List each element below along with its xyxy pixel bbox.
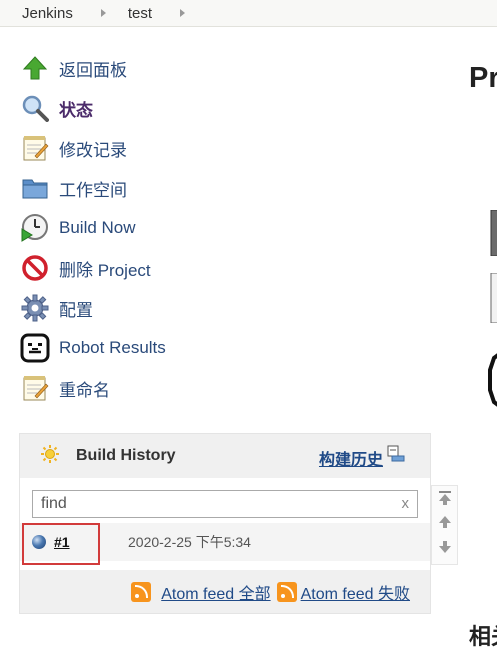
scroll-up-icon[interactable] <box>437 514 453 535</box>
workspace-folder-icon <box>490 209 497 261</box>
build-history-widget: Build History 构建历史 find x #1 2020-2-25 下… <box>19 433 431 614</box>
atom-feed-all-link[interactable]: Atom feed 全部 <box>161 580 270 604</box>
build-search-input[interactable]: find x <box>32 490 418 518</box>
side-tasks: 返回面板 状态 修改记录 工作空间 Build Now 删除 Project 配… <box>20 48 420 408</box>
task-label: Build Now <box>59 218 136 237</box>
build-history-pager <box>431 485 458 565</box>
folder-icon <box>20 173 50 203</box>
scroll-down-icon[interactable] <box>437 539 453 560</box>
build-trend-link[interactable]: 构建历史 <box>319 446 383 470</box>
breadcrumb-jenkins[interactable]: Jenkins <box>0 5 73 22</box>
atom-feed-failed-link[interactable]: Atom feed 失败 <box>301 580 410 604</box>
task-label: 工作空间 <box>59 180 127 200</box>
breadcrumb: Jenkins test <box>0 0 497 27</box>
build-highlight-box <box>22 523 100 565</box>
task-label: 重命名 <box>59 380 110 400</box>
related-heading: 相关 <box>469 624 497 649</box>
task-label: 返回面板 <box>59 60 127 80</box>
clear-search-button[interactable]: x <box>402 495 410 512</box>
rss-icon <box>276 582 297 602</box>
project-title: Pr <box>469 62 497 94</box>
task-workspace[interactable]: 工作空间 <box>20 168 420 208</box>
task-back-to-dashboard[interactable]: 返回面板 <box>20 48 420 88</box>
task-rename[interactable]: 重命名 <box>20 368 420 408</box>
build-history-body: find x #1 2020-2-25 下午5:34 <box>20 478 430 570</box>
task-build-now[interactable]: Build Now <box>20 208 420 248</box>
task-label: Robot Results <box>59 338 166 357</box>
no-entry-icon <box>20 253 50 283</box>
breadcrumb-test[interactable]: test <box>128 5 152 22</box>
up-arrow-icon <box>20 53 50 83</box>
task-label: 状态 <box>59 100 93 120</box>
rss-icon <box>131 582 152 602</box>
notepad-icon <box>20 133 50 163</box>
build-history-title: Build History <box>76 447 176 464</box>
magnifier-icon <box>20 93 50 123</box>
robot-logo-icon <box>488 350 497 415</box>
gear-icon <box>20 293 50 323</box>
task-changes[interactable]: 修改记录 <box>20 128 420 168</box>
task-delete-project[interactable]: 删除 Project <box>20 248 420 288</box>
build-history-footer: Atom feed 全部 Atom feed 失败 <box>20 570 430 614</box>
scroll-top-icon[interactable] <box>437 490 453 511</box>
clock-play-icon <box>20 213 50 243</box>
search-value: find <box>41 495 67 512</box>
build-date: 2020-2-25 下午5:34 <box>128 534 251 550</box>
robot-icon <box>20 333 50 363</box>
task-status[interactable]: 状态 <box>20 88 420 128</box>
notepad-icon <box>20 373 50 403</box>
sun-icon <box>40 444 60 469</box>
chevron-right-icon[interactable] <box>180 9 186 17</box>
task-label: 修改记录 <box>59 140 127 160</box>
task-label: 删除 Project <box>59 260 151 280</box>
task-configure[interactable]: 配置 <box>20 288 420 328</box>
task-robot-results[interactable]: Robot Results <box>20 328 420 368</box>
chevron-right-icon[interactable] <box>100 9 106 17</box>
task-label: 配置 <box>59 300 93 320</box>
trend-toggle-icon[interactable] <box>386 444 406 469</box>
document-icon <box>490 272 497 328</box>
